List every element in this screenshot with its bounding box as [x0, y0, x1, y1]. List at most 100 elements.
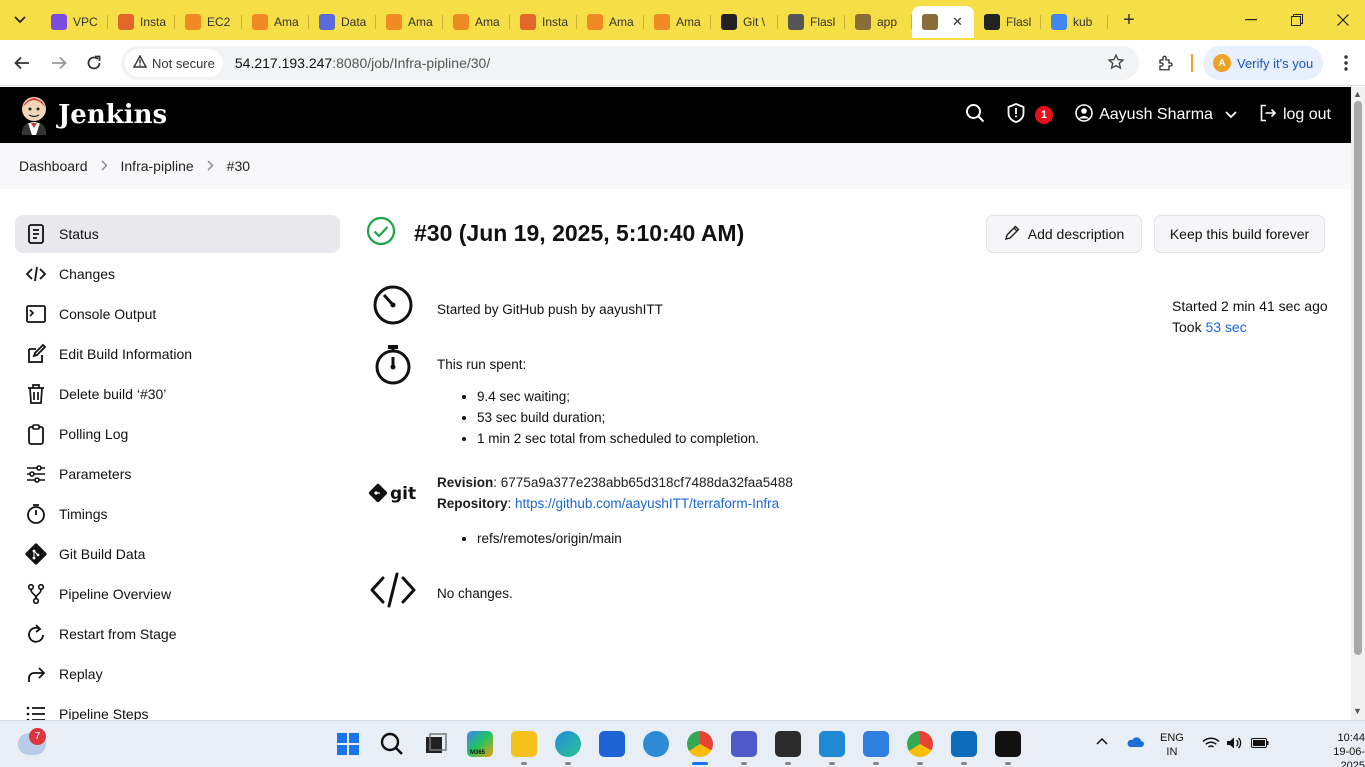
tab-favicon-icon — [185, 14, 201, 30]
sidebar-item-pipeline[interactable]: Pipeline Overview — [15, 575, 340, 613]
sidebar-item-replay[interactable]: Replay — [15, 655, 340, 693]
sidebar-item-edit[interactable]: Edit Build Information — [15, 335, 340, 373]
sidebar-item-status[interactable]: Status — [15, 215, 340, 253]
logout-link[interactable]: log out — [1259, 104, 1331, 127]
onedrive-icon[interactable] — [1126, 736, 1144, 752]
breadcrumb-build[interactable]: #30 — [227, 158, 250, 174]
browser-tab[interactable]: Ama — [376, 6, 443, 38]
header-search-button[interactable] — [965, 103, 985, 128]
browser-tab[interactable]: app — [845, 6, 912, 38]
scroll-up-arrow-icon[interactable]: ▲ — [1353, 89, 1362, 99]
breadcrumb-dashboard[interactable]: Dashboard — [19, 158, 88, 174]
browser-tab-active[interactable]: ✕ — [912, 6, 974, 38]
page-scrollbar[interactable]: ▲ ▼ — [1351, 87, 1365, 720]
url-text[interactable]: 54.217.193.247:8080/job/Infra-pipline/30… — [235, 55, 490, 71]
code-icon — [366, 570, 420, 610]
browser-tab[interactable]: Insta — [108, 6, 175, 38]
scroll-down-arrow-icon[interactable]: ▼ — [1353, 706, 1362, 716]
browser-tab[interactable]: EC2 — [175, 6, 242, 38]
not-secure-chip[interactable]: Not secure — [125, 49, 223, 77]
sidebar-item-restart[interactable]: Restart from Stage — [15, 615, 340, 653]
file-explorer-icon[interactable] — [511, 731, 537, 757]
tab-search-chevron-icon[interactable] — [7, 7, 33, 33]
sidebar-item-label: Console Output — [59, 306, 157, 322]
verify-profile-button[interactable]: A Verify it's you — [1203, 46, 1323, 80]
address-bar[interactable]: Not secure 54.217.193.247:8080/job/Infra… — [121, 46, 1139, 80]
close-tab-icon[interactable]: ✕ — [952, 14, 963, 30]
sidebar-item-clipboard[interactable]: Polling Log — [15, 415, 340, 453]
bookmark-star-icon[interactable] — [1107, 53, 1125, 76]
url-host: 54.217.193.247 — [234, 55, 333, 71]
windows-start-icon[interactable] — [335, 731, 361, 757]
sidebar-item-terminal[interactable]: Console Output — [15, 295, 340, 333]
repository-separator: : — [507, 496, 516, 511]
jenkins-header: Jenkins 1 Aayush Sharma log out — [0, 87, 1351, 143]
repository-link[interactable]: https://github.com/aayushITT/terraform-I… — [515, 496, 779, 511]
tab-title: Ama — [274, 15, 299, 29]
scrollbar-thumb[interactable] — [1354, 101, 1362, 655]
teams-icon[interactable] — [731, 731, 757, 757]
new-tab-button[interactable]: + — [1116, 9, 1142, 32]
sidebar-item-stopwatch[interactable]: Timings — [15, 495, 340, 533]
browser-tab[interactable]: Ama — [577, 6, 644, 38]
restore-icon[interactable] — [1274, 0, 1320, 40]
vscode-icon[interactable] — [819, 731, 845, 757]
wifi-icon[interactable] — [1202, 737, 1220, 754]
kebab-menu-icon[interactable] — [1333, 50, 1359, 76]
battery-icon[interactable] — [1251, 738, 1269, 752]
reload-icon[interactable] — [81, 50, 107, 76]
snipping-app-icon[interactable] — [995, 731, 1021, 757]
refs-list: refs/remotes/origin/main — [437, 528, 977, 549]
took-duration-link[interactable]: 53 sec — [1205, 319, 1246, 335]
browser-tab[interactable]: VPC — [41, 6, 108, 38]
tab-title: Ama — [475, 15, 500, 29]
browser-tab[interactable]: Insta — [510, 6, 577, 38]
add-description-button[interactable]: Add description — [986, 215, 1142, 253]
breadcrumb-job[interactable]: Infra-pipline — [121, 158, 194, 174]
volume-icon[interactable] — [1226, 736, 1242, 754]
browser-tab[interactable]: Flasl — [974, 6, 1041, 38]
clock[interactable]: 10:44 19-06-2025 — [1311, 731, 1365, 767]
help-app-icon[interactable] — [643, 731, 669, 757]
browser-tab[interactable]: Git \ — [711, 6, 778, 38]
browser-tab[interactable]: Ama — [242, 6, 309, 38]
edge-browser-icon[interactable] — [555, 731, 581, 757]
sidebar-item-git[interactable]: Git Build Data — [15, 535, 340, 573]
back-icon[interactable] — [9, 50, 35, 76]
extensions-icon[interactable] — [1153, 50, 1179, 76]
chrome-profile-icon[interactable] — [907, 731, 933, 757]
sidebar-item-trash[interactable]: Delete build ‘#30’ — [15, 375, 340, 413]
forward-icon[interactable] — [46, 50, 72, 76]
keep-forever-button[interactable]: Keep this build forever — [1154, 215, 1325, 253]
window-close-icon[interactable] — [1320, 0, 1365, 40]
photos-app-icon[interactable] — [863, 731, 889, 757]
tab-title: EC2 — [207, 15, 231, 29]
minimize-icon[interactable] — [1228, 0, 1274, 40]
outlook-icon[interactable] — [951, 731, 977, 757]
browser-tab[interactable]: Ama — [644, 6, 711, 38]
tab-favicon-icon — [587, 14, 603, 30]
code-icon — [25, 266, 47, 282]
browser-tab[interactable]: kub — [1041, 6, 1108, 38]
tab-favicon-icon — [654, 14, 670, 30]
browser-tab[interactable]: Flasl — [778, 6, 845, 38]
sidebar-item-label: Edit Build Information — [59, 346, 193, 362]
tray-overflow-chevron-icon[interactable] — [1096, 735, 1108, 749]
sidebar-item-sliders[interactable]: Parameters — [15, 455, 340, 493]
started-by-link[interactable]: Started by GitHub push by aayushITT — [437, 302, 663, 317]
browser-tab[interactable]: Data — [309, 6, 376, 38]
jenkins-logo[interactable]: Jenkins — [18, 95, 167, 135]
terminal-app-icon[interactable] — [775, 731, 801, 757]
chrome-icon[interactable] — [687, 731, 713, 757]
user-menu[interactable]: Aayush Sharma — [1075, 103, 1237, 127]
microsoft-store-icon[interactable] — [599, 731, 625, 757]
sidebar-item-label: Pipeline Overview — [59, 586, 172, 602]
task-view-icon[interactable] — [423, 731, 449, 757]
language-indicator[interactable]: ENG IN — [1160, 731, 1184, 759]
sidebar-item-code[interactable]: Changes — [15, 255, 340, 293]
security-alerts-button[interactable]: 1 — [1007, 102, 1054, 128]
browser-tab[interactable]: Ama — [443, 6, 510, 38]
taskbar-search-icon[interactable] — [379, 731, 405, 757]
tab-favicon-icon — [922, 14, 938, 30]
sidebar-item-label: Timings — [59, 506, 108, 522]
